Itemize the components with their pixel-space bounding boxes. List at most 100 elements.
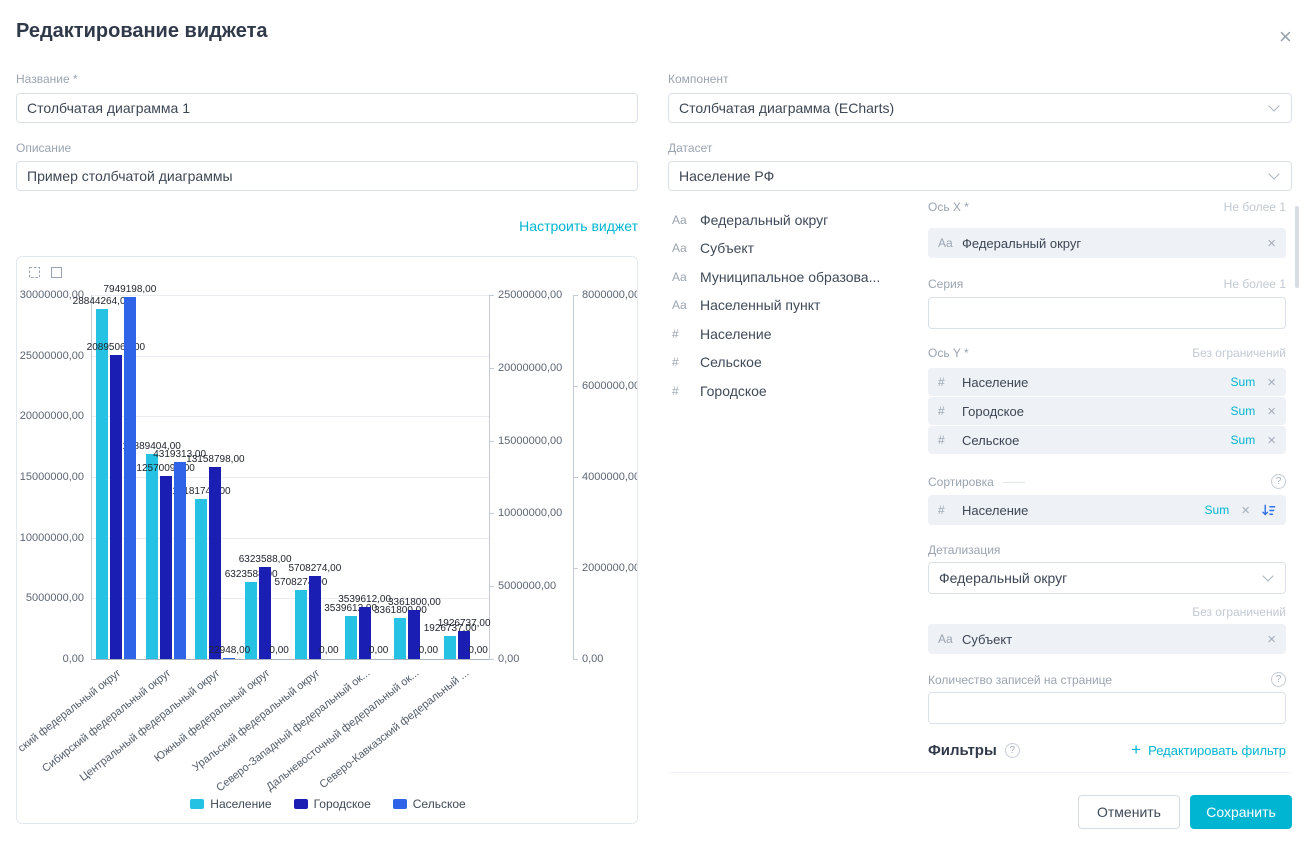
field-item-selskoe[interactable]: # Сельское [672, 354, 762, 370]
series-input[interactable] [928, 297, 1286, 329]
field-item-gorodskoe[interactable]: # Городское [672, 383, 767, 399]
chip-remove-icon[interactable]: × [1241, 503, 1250, 518]
save-button[interactable]: Сохранить [1190, 795, 1292, 829]
field-item-subekt[interactable]: Aa Субъект [672, 240, 754, 256]
tick-mark [573, 386, 578, 387]
legend-marker [294, 799, 308, 809]
configure-widget-link[interactable]: Настроить виджет [519, 218, 638, 234]
field-type-icon: # [672, 384, 689, 398]
chip-remove-icon[interactable]: × [1267, 632, 1276, 647]
y-axis-left-tick-label: 20000000,00 [17, 410, 84, 422]
x-axis-category-label: Южный федеральный округ [92, 667, 273, 812]
y-axis-right2-tick-label: 4000000,00 [582, 471, 638, 483]
axis-y-chip-gorodskoe[interactable]: # Городское Sum × [928, 397, 1286, 425]
field-type-icon: Aa [672, 241, 689, 255]
chip-aggregation-label[interactable]: Sum [1231, 375, 1256, 389]
field-type-icon: Aa [938, 632, 955, 646]
chip-remove-icon[interactable]: × [1267, 404, 1276, 419]
detail-chip[interactable]: Aa Субъект × [928, 624, 1286, 654]
detail-select[interactable]: Федеральный округ [928, 562, 1286, 594]
chip-label: Городское [962, 404, 1024, 419]
field-label: Федеральный округ [700, 212, 828, 228]
chip-aggregation-label[interactable]: Sum [1205, 503, 1230, 517]
tick-mark [489, 586, 494, 587]
field-item-municipalnoe[interactable]: Aa Муниципальное образова... [672, 269, 880, 285]
bar-Городское [160, 476, 172, 659]
dataset-select[interactable]: Население РФ [668, 161, 1292, 191]
chip-aggregation-label[interactable]: Sum [1231, 433, 1256, 447]
axis-y-limit-hint: Без ограничений [1192, 346, 1286, 360]
x-axis-category-label: Уральский федеральный округ [142, 667, 323, 812]
axis-x-limit-hint: Не более 1 [1224, 200, 1286, 214]
chevron-down-icon [1262, 570, 1273, 581]
field-type-icon: Aa [672, 213, 689, 227]
bar-value-label: 7949198,00 [70, 284, 190, 295]
chip-label: Население [962, 503, 1028, 518]
y-axis-right1-line [489, 295, 490, 659]
bar-value-label: 0,00 [418, 645, 538, 656]
axis-y-chip-naselenie[interactable]: # Население Sum × [928, 368, 1286, 396]
chip-remove-icon[interactable]: × [1267, 375, 1276, 390]
axis-x-chip[interactable]: Aa Федеральный округ × [928, 228, 1286, 258]
chip-label: Субъект [962, 632, 1012, 647]
bar-value-label: 1926737,00 [404, 618, 524, 629]
filters-help-icon[interactable]: ? [1005, 743, 1020, 758]
tick-mark [489, 659, 494, 660]
field-type-icon: Aa [672, 298, 689, 312]
chip-label: Сельское [962, 433, 1019, 448]
axis-y-chip-selskoe[interactable]: # Сельское Sum × [928, 426, 1286, 454]
gridline [91, 659, 489, 660]
sort-descending-icon[interactable] [1261, 503, 1276, 518]
chip-aggregation-label[interactable]: Sum [1231, 404, 1256, 418]
sorting-label: Сортировка [928, 475, 1025, 489]
field-type-icon: # [938, 375, 955, 389]
edit-filter-link[interactable]: + Редактировать фильтр [1131, 740, 1286, 760]
y-axis-right1-tick-label: 15000000,00 [498, 435, 562, 447]
x-axis-category-label: Центральный федеральный округ [42, 667, 223, 812]
field-item-federalny-okrug[interactable]: Aa Федеральный округ [672, 212, 828, 228]
y-axis-right1-tick-label: 20000000,00 [498, 362, 562, 374]
y-axis-right2-tick-label: 0,00 [582, 653, 603, 665]
cancel-button[interactable]: Отменить [1078, 795, 1180, 829]
dialog-title: Редактирование виджета [16, 20, 268, 43]
tick-mark [489, 513, 494, 514]
tick-mark [573, 568, 578, 569]
edit-widget-dialog: Редактирование виджета × Название * Опис… [0, 0, 1311, 841]
chart-panel: 30000000,0025000000,0020000000,001500000… [16, 256, 638, 824]
tick-mark [573, 477, 578, 478]
chart-canvas: 30000000,0025000000,0020000000,001500000… [17, 257, 638, 824]
field-item-naselenny-punkt[interactable]: Aa Населенный пункт [672, 297, 820, 313]
field-label: Муниципальное образова... [700, 269, 880, 285]
page-size-input[interactable] [928, 692, 1286, 724]
detail-label: Детализация [928, 543, 1000, 557]
bar-Сельское [174, 462, 186, 659]
legend-marker [190, 799, 204, 809]
chip-remove-icon[interactable]: × [1267, 236, 1276, 251]
description-input[interactable] [16, 161, 638, 191]
sorting-chip[interactable]: # Население Sum × [928, 495, 1286, 525]
filters-label: Фильтры [928, 742, 997, 759]
detail-select-value: Федеральный округ [939, 570, 1067, 586]
scrollbar-thumb[interactable] [1295, 206, 1299, 288]
axis-x-label: Ось X * [928, 200, 969, 214]
chip-remove-icon[interactable]: × [1267, 433, 1276, 448]
x-axis-category-label: Северо-Западный федеральный ок... [191, 667, 372, 812]
sorting-help-icon[interactable]: ? [1271, 474, 1286, 489]
legend-item-Сельское[interactable]: Сельское [393, 797, 466, 811]
y-axis-left-tick-label: 0,00 [17, 653, 84, 665]
legend-item-Население[interactable]: Население [190, 797, 271, 811]
component-label: Компонент [668, 72, 729, 86]
field-item-naselenie[interactable]: # Население [672, 326, 772, 342]
legend-item-Городское[interactable]: Городское [294, 797, 371, 811]
field-type-icon: # [938, 433, 955, 447]
component-select[interactable]: Столбчатая диаграмма (ECharts) [668, 93, 1292, 123]
chevron-down-icon [1268, 168, 1279, 179]
close-icon[interactable]: × [1279, 26, 1292, 48]
tick-mark [489, 441, 494, 442]
page-size-help-icon[interactable]: ? [1271, 672, 1286, 687]
name-input[interactable] [16, 93, 638, 123]
gridline [91, 416, 489, 417]
bar-value-label: 4319313,00 [120, 449, 240, 460]
bar-value-label: 28844264,00 [42, 296, 162, 307]
field-type-icon: # [938, 404, 955, 418]
